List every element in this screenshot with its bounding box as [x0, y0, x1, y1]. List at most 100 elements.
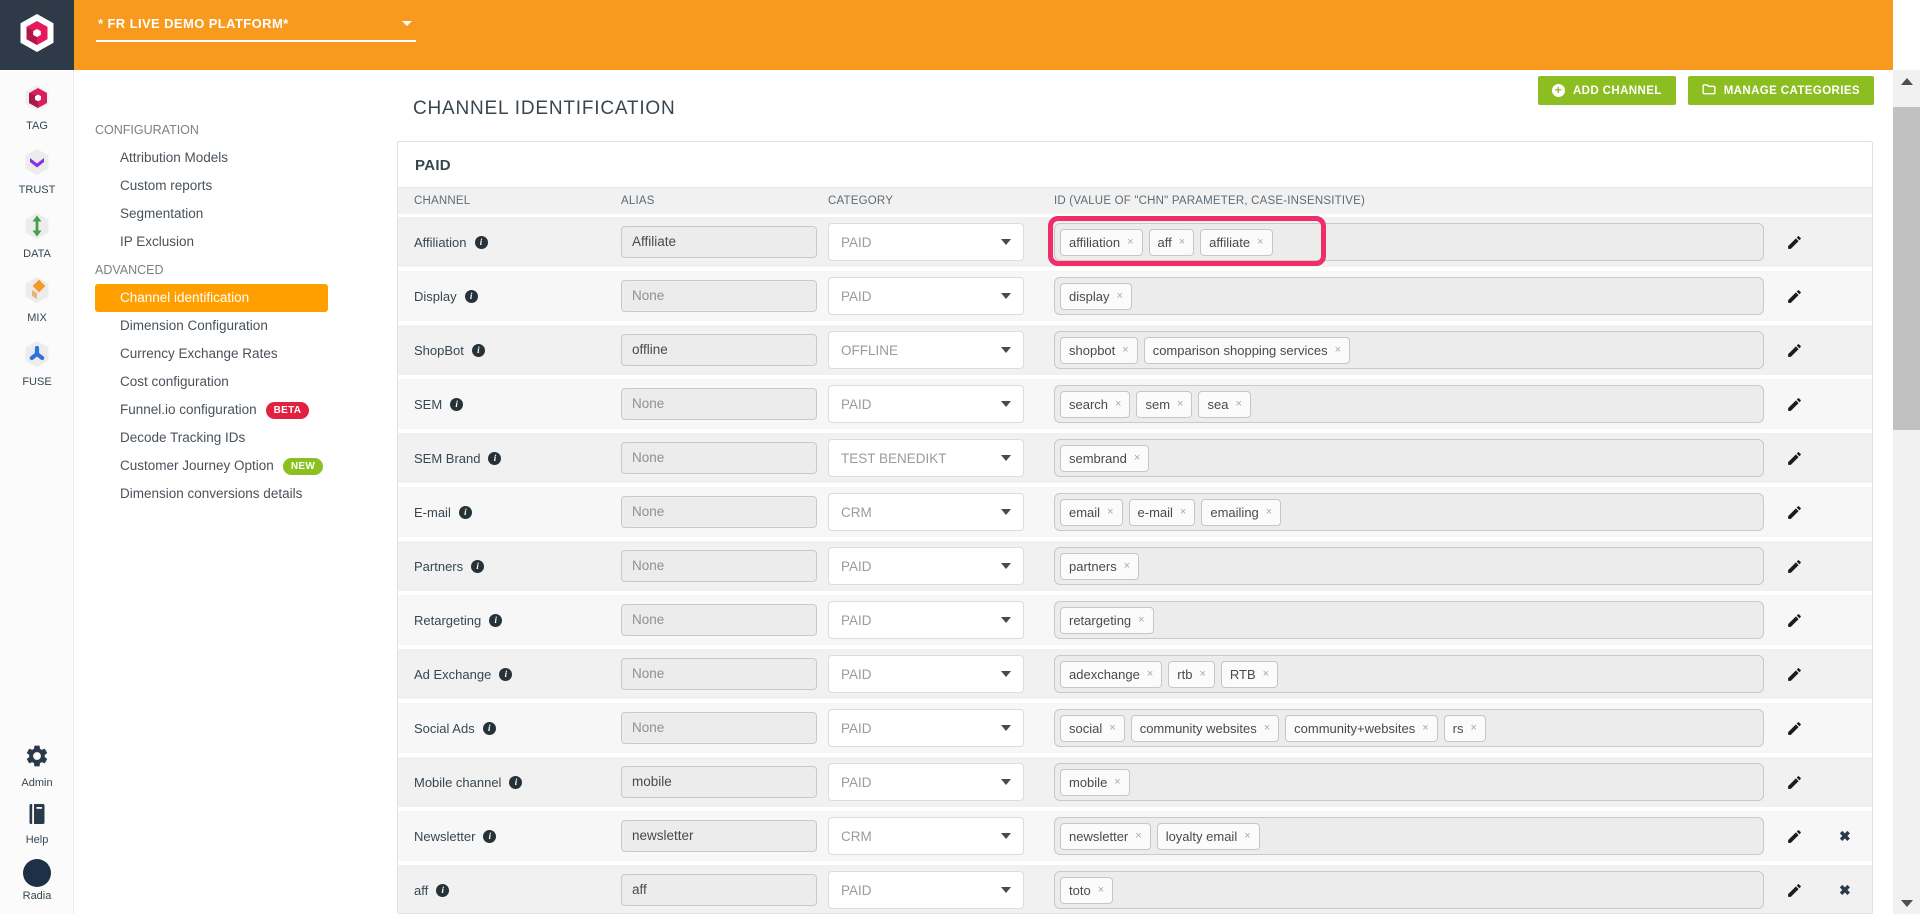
alias-input[interactable]: None	[621, 658, 817, 690]
category-select[interactable]: PAID	[828, 655, 1024, 693]
category-select[interactable]: OFFLINE	[828, 331, 1024, 369]
info-icon[interactable]: i	[459, 506, 472, 519]
alias-input[interactable]: aff	[621, 874, 817, 906]
info-icon[interactable]: i	[488, 452, 501, 465]
nav-item-channel-identification[interactable]: Channel identification	[95, 284, 328, 312]
remove-tag-icon[interactable]: ×	[1180, 506, 1186, 518]
rail-item-help[interactable]: Help	[0, 802, 74, 846]
alias-input[interactable]: Affiliate	[621, 226, 817, 258]
rail-item-tag[interactable]: TAG	[0, 84, 74, 132]
id-tag[interactable]: sea×	[1198, 391, 1250, 418]
remove-tag-icon[interactable]: ×	[1127, 236, 1133, 248]
remove-tag-icon[interactable]: ×	[1114, 776, 1120, 788]
remove-tag-icon[interactable]: ×	[1335, 344, 1341, 356]
edit-channel-button[interactable]	[1786, 396, 1803, 413]
info-icon[interactable]: i	[483, 722, 496, 735]
alias-input[interactable]: None	[621, 712, 817, 744]
nav-item-cost-configuration[interactable]: Cost configuration	[74, 368, 397, 396]
nav-item-attribution-models[interactable]: Attribution Models	[74, 144, 397, 172]
remove-tag-icon[interactable]: ×	[1147, 668, 1153, 680]
remove-tag-icon[interactable]: ×	[1422, 722, 1428, 734]
alias-input[interactable]: newsletter	[621, 820, 817, 852]
platform-selector[interactable]: * FR LIVE DEMO PLATFORM*	[96, 13, 416, 42]
alias-input[interactable]: None	[621, 550, 817, 582]
edit-channel-button[interactable]	[1786, 504, 1803, 521]
id-tag[interactable]: mobile×	[1060, 769, 1130, 796]
edit-channel-button[interactable]	[1786, 612, 1803, 629]
id-tags-field[interactable]: adexchange×rtb×RTB×	[1054, 655, 1764, 693]
id-tag[interactable]: social×	[1060, 715, 1125, 742]
id-tag[interactable]: sembrand×	[1060, 445, 1149, 472]
edit-channel-button[interactable]	[1786, 774, 1803, 791]
alias-input[interactable]: None	[621, 496, 817, 528]
edit-channel-button[interactable]	[1786, 288, 1803, 305]
id-tag[interactable]: community websites×	[1131, 715, 1279, 742]
remove-tag-icon[interactable]: ×	[1122, 344, 1128, 356]
manage-categories-button[interactable]: MANAGE CATEGORIES	[1688, 76, 1874, 105]
edit-channel-button[interactable]	[1786, 450, 1803, 467]
edit-channel-button[interactable]	[1786, 666, 1803, 683]
info-icon[interactable]: i	[483, 830, 496, 843]
remove-tag-icon[interactable]: ×	[1263, 668, 1269, 680]
alias-input[interactable]: None	[621, 280, 817, 312]
remove-tag-icon[interactable]: ×	[1266, 506, 1272, 518]
id-tag[interactable]: sem×	[1136, 391, 1192, 418]
id-tags-field[interactable]: affiliation×aff×affiliate×	[1054, 223, 1764, 261]
app-logo[interactable]	[0, 0, 74, 70]
remove-tag-icon[interactable]: ×	[1107, 506, 1113, 518]
category-select[interactable]: CRM	[828, 817, 1024, 855]
nav-item-ip-exclusion[interactable]: IP Exclusion	[74, 228, 397, 256]
alias-input[interactable]: None	[621, 442, 817, 474]
remove-tag-icon[interactable]: ×	[1199, 668, 1205, 680]
id-tag[interactable]: retargeting×	[1060, 607, 1154, 634]
id-tags-field[interactable]: display×	[1054, 277, 1764, 315]
scrollbar-track[interactable]	[1893, 70, 1920, 914]
info-icon[interactable]: i	[499, 668, 512, 681]
info-icon[interactable]: i	[475, 236, 488, 249]
nav-item-currency-exchange-rates[interactable]: Currency Exchange Rates	[74, 340, 397, 368]
alias-input[interactable]: None	[621, 388, 817, 420]
nav-item-decode-tracking-ids[interactable]: Decode Tracking IDs	[74, 424, 397, 452]
remove-tag-icon[interactable]: ×	[1134, 452, 1140, 464]
remove-tag-icon[interactable]: ×	[1124, 560, 1130, 572]
id-tag[interactable]: loyalty email×	[1157, 823, 1260, 850]
rail-item-trust[interactable]: TRUST	[0, 148, 74, 196]
edit-channel-button[interactable]	[1786, 828, 1803, 845]
remove-tag-icon[interactable]: ×	[1470, 722, 1476, 734]
info-icon[interactable]: i	[450, 398, 463, 411]
rail-item-admin[interactable]: Admin	[0, 743, 74, 789]
id-tag[interactable]: toto×	[1060, 877, 1113, 904]
category-select[interactable]: PAID	[828, 601, 1024, 639]
id-tag[interactable]: comparison shopping services×	[1144, 337, 1350, 364]
id-tags-field[interactable]: email×e-mail×emailing×	[1054, 493, 1764, 531]
id-tag[interactable]: shopbot×	[1060, 337, 1138, 364]
remove-tag-icon[interactable]: ×	[1179, 236, 1185, 248]
id-tag[interactable]: rs×	[1444, 715, 1486, 742]
category-select[interactable]: PAID	[828, 277, 1024, 315]
rail-item-mix[interactable]: MIX	[0, 276, 74, 324]
info-icon[interactable]: i	[465, 290, 478, 303]
remove-tag-icon[interactable]: ×	[1135, 830, 1141, 842]
info-icon[interactable]: i	[472, 344, 485, 357]
delete-channel-button[interactable]: ✖	[1839, 829, 1851, 843]
alias-input[interactable]: None	[621, 604, 817, 636]
id-tags-field[interactable]: search×sem×sea×	[1054, 385, 1764, 423]
category-select[interactable]: PAID	[828, 547, 1024, 585]
id-tag[interactable]: adexchange×	[1060, 661, 1162, 688]
nav-item-customer-journey-option[interactable]: Customer Journey OptionNEW	[74, 452, 397, 480]
id-tags-field[interactable]: shopbot×comparison shopping services×	[1054, 331, 1764, 369]
nav-item-custom-reports[interactable]: Custom reports	[74, 172, 397, 200]
remove-tag-icon[interactable]: ×	[1115, 398, 1121, 410]
id-tags-field[interactable]: retargeting×	[1054, 601, 1764, 639]
id-tag[interactable]: emailing×	[1201, 499, 1281, 526]
edit-channel-button[interactable]	[1786, 342, 1803, 359]
nav-item-funnel-io-configuration[interactable]: Funnel.io configurationBETA	[74, 396, 397, 424]
info-icon[interactable]: i	[471, 560, 484, 573]
category-select[interactable]: PAID	[828, 385, 1024, 423]
category-select[interactable]: PAID	[828, 763, 1024, 801]
id-tag[interactable]: search×	[1060, 391, 1130, 418]
id-tag[interactable]: RTB×	[1221, 661, 1278, 688]
id-tag[interactable]: partners×	[1060, 553, 1139, 580]
id-tags-field[interactable]: toto×	[1054, 871, 1764, 909]
category-select[interactable]: PAID	[828, 709, 1024, 747]
